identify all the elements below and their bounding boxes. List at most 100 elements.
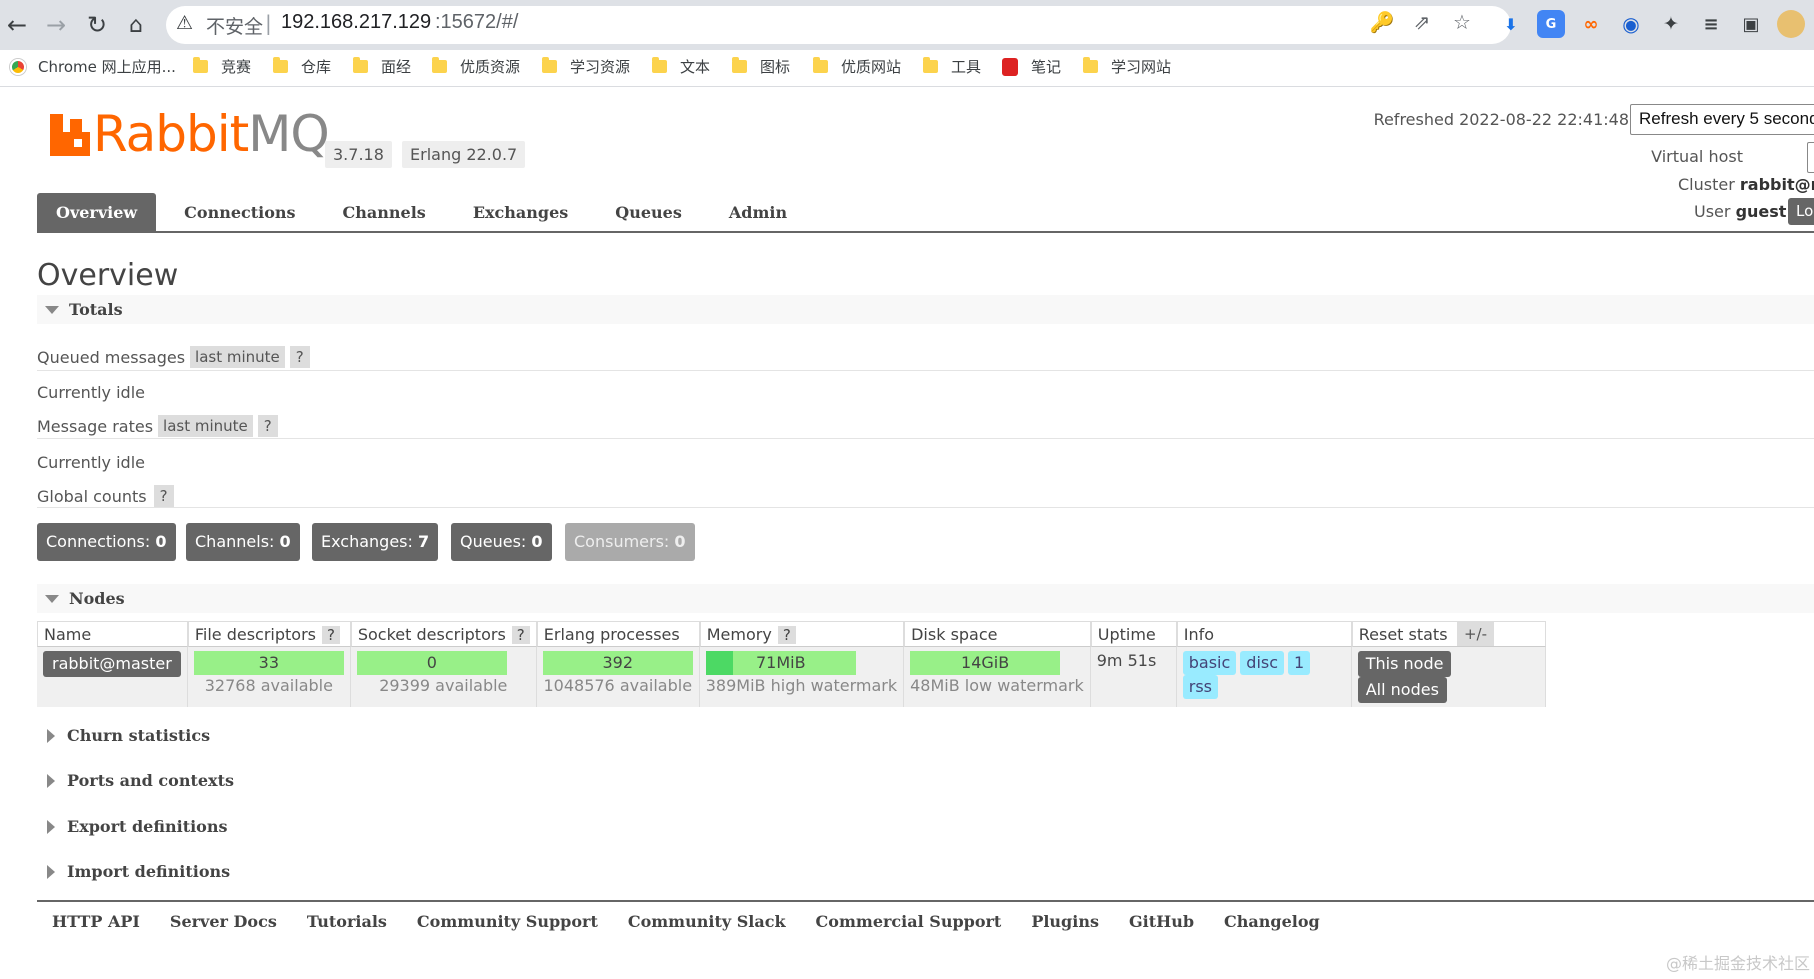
bookmark-folder[interactable]: 图标 bbox=[732, 56, 790, 77]
help-button[interactable]: ? bbox=[511, 625, 530, 644]
churn-statistics-toggle[interactable]: Churn statistics bbox=[37, 726, 210, 745]
rates-idle-text: Currently idle bbox=[37, 453, 145, 472]
footer-link-server-docs[interactable]: Server Docs bbox=[155, 912, 292, 931]
compass-ext-icon[interactable]: ◉ bbox=[1617, 10, 1645, 38]
puzzle-ext-icon[interactable]: ✦ bbox=[1657, 10, 1685, 38]
download-ext-icon[interactable]: ⬇ bbox=[1497, 10, 1525, 38]
bookmark-folder[interactable]: 学习网站 bbox=[1083, 56, 1171, 77]
divider bbox=[37, 507, 1814, 508]
node-link[interactable]: rabbit@master bbox=[43, 651, 181, 677]
exchanges-count-button[interactable]: Exchanges: 7 bbox=[312, 523, 439, 561]
tab-overview[interactable]: Overview bbox=[37, 193, 157, 232]
help-button[interactable]: ? bbox=[289, 346, 310, 368]
channels-count-button[interactable]: Channels: 0 bbox=[186, 523, 300, 561]
url-path[interactable]: :15672/#/ bbox=[435, 11, 518, 34]
notes-icon bbox=[1002, 57, 1018, 76]
cell-erlang-processes: 392 1048576 available bbox=[536, 647, 700, 707]
home-icon[interactable]: ⌂ bbox=[121, 10, 151, 40]
translate-ext-icon[interactable]: G bbox=[1537, 10, 1565, 38]
ports-contexts-toggle[interactable]: Ports and contexts bbox=[37, 771, 234, 790]
erlang-badge: Erlang 22.0.7 bbox=[402, 141, 526, 168]
section-title: Nodes bbox=[69, 589, 125, 608]
footer-link-commercial-support[interactable]: Commercial Support bbox=[801, 912, 1017, 931]
bookmark-label: 学习资源 bbox=[570, 58, 631, 76]
queued-idle-text: Currently idle bbox=[37, 383, 145, 402]
section-title: Ports and contexts bbox=[67, 771, 234, 790]
rates-range-selector[interactable]: last minute bbox=[158, 415, 253, 437]
footer-link-community-slack[interactable]: Community Slack bbox=[613, 912, 801, 931]
playlist-icon[interactable]: ≡ bbox=[1697, 10, 1725, 38]
tab-channels[interactable]: Channels bbox=[324, 193, 445, 232]
queued-range-selector[interactable]: last minute bbox=[190, 346, 285, 368]
tab-exchanges[interactable]: Exchanges bbox=[454, 193, 587, 232]
back-arrow-icon[interactable]: ← bbox=[2, 10, 32, 40]
export-definitions-toggle[interactable]: Export definitions bbox=[37, 817, 227, 836]
socket-descriptors-bar: 0 bbox=[356, 651, 507, 675]
footer-link-github[interactable]: GitHub bbox=[1114, 912, 1209, 931]
refreshed-time: Refreshed 2022-08-22 22:41:48 bbox=[1373, 110, 1629, 129]
message-rates-row: Message rates last minute ? bbox=[37, 415, 278, 437]
rabbitmq-logo-icon bbox=[50, 114, 90, 156]
share-icon[interactable]: ⇗ bbox=[1408, 10, 1436, 34]
footer-link-http-api[interactable]: HTTP API bbox=[37, 912, 155, 931]
info-tag-disc: disc bbox=[1240, 651, 1285, 675]
folder-icon bbox=[193, 57, 208, 73]
footer-link-tutorials[interactable]: Tutorials bbox=[292, 912, 402, 931]
reload-icon[interactable]: ↻ bbox=[82, 10, 112, 40]
import-definitions-toggle[interactable]: Import definitions bbox=[37, 862, 230, 881]
bookmark-notes[interactable]: 笔记 bbox=[1002, 56, 1061, 77]
bookmark-folder[interactable]: 文本 bbox=[652, 56, 710, 77]
help-button[interactable]: ? bbox=[257, 415, 278, 437]
folder-icon bbox=[813, 57, 828, 73]
bookmark-folder[interactable]: 优质资源 bbox=[432, 56, 520, 77]
connections-count-button[interactable]: Connections: 0 bbox=[37, 523, 176, 561]
column-toggle-button[interactable]: +/- bbox=[1457, 622, 1494, 646]
refresh-interval-select[interactable]: Refresh every 5 seconds bbox=[1630, 104, 1814, 135]
cell-uptime: 9m 51s bbox=[1090, 647, 1177, 707]
rabbitmq-logo[interactable]: RabbitMQ bbox=[50, 109, 330, 159]
consumers-count-button[interactable]: Consumers: 0 bbox=[565, 523, 695, 561]
reset-this-node-button[interactable]: This node bbox=[1357, 651, 1452, 677]
bookmark-chrome-store[interactable]: Chrome 网上应用... bbox=[10, 56, 176, 77]
tab-connections[interactable]: Connections bbox=[165, 193, 314, 232]
bookmark-folder[interactable]: 仓库 bbox=[273, 56, 331, 77]
info-tag-rss: rss bbox=[1182, 675, 1218, 699]
bookmark-folder[interactable]: 优质网站 bbox=[813, 56, 901, 77]
bookmark-folder[interactable]: 工具 bbox=[923, 56, 981, 77]
url-host[interactable]: 192.168.217.129 bbox=[281, 11, 431, 34]
logout-button[interactable]: Lo bbox=[1788, 198, 1814, 225]
bookmark-folder[interactable]: 学习资源 bbox=[542, 56, 630, 77]
nodes-section-toggle[interactable]: Nodes bbox=[37, 584, 1814, 613]
help-button[interactable]: ? bbox=[153, 485, 174, 507]
user-info: User guest bbox=[1694, 202, 1787, 221]
file-descriptors-bar: 33 bbox=[193, 651, 344, 675]
tab-queues[interactable]: Queues bbox=[596, 193, 701, 232]
forward-arrow-icon[interactable]: → bbox=[41, 10, 71, 40]
queues-count-button[interactable]: Queues: 0 bbox=[451, 523, 552, 561]
erlang-processes-available: 1048576 available bbox=[543, 676, 693, 695]
security-label[interactable]: 不安全 bbox=[206, 12, 263, 39]
profile-avatar[interactable] bbox=[1777, 10, 1805, 38]
footer-link-community-support[interactable]: Community Support bbox=[402, 912, 613, 931]
version-badge: 3.7.18 bbox=[325, 141, 392, 168]
folder-icon bbox=[1083, 57, 1098, 73]
tab-admin[interactable]: Admin bbox=[710, 193, 806, 232]
bookmark-folder[interactable]: 竞赛 bbox=[193, 56, 251, 77]
infinity-ext-icon[interactable]: ∞ bbox=[1577, 10, 1605, 38]
col-info: Info bbox=[1176, 621, 1352, 647]
folder-icon bbox=[542, 57, 557, 73]
sidepanel-icon[interactable]: ▣ bbox=[1737, 10, 1765, 38]
warning-icon[interactable]: ⚠ bbox=[176, 12, 193, 34]
collapsed-triangle-icon bbox=[47, 819, 55, 834]
key-icon[interactable]: 🔑 bbox=[1368, 10, 1396, 34]
totals-section-toggle[interactable]: Totals bbox=[37, 295, 1814, 324]
help-button[interactable]: ? bbox=[322, 625, 340, 644]
bookmark-folder[interactable]: 面经 bbox=[353, 56, 411, 77]
footer-link-plugins[interactable]: Plugins bbox=[1016, 912, 1114, 931]
footer-link-changelog[interactable]: Changelog bbox=[1209, 912, 1335, 931]
reset-all-nodes-button[interactable]: All nodes bbox=[1357, 677, 1447, 703]
star-icon[interactable]: ☆ bbox=[1448, 10, 1476, 34]
cell-reset-stats: This nodeAll nodes bbox=[1351, 647, 1546, 707]
virtual-host-select[interactable] bbox=[1807, 142, 1814, 173]
help-button[interactable]: ? bbox=[777, 625, 796, 644]
